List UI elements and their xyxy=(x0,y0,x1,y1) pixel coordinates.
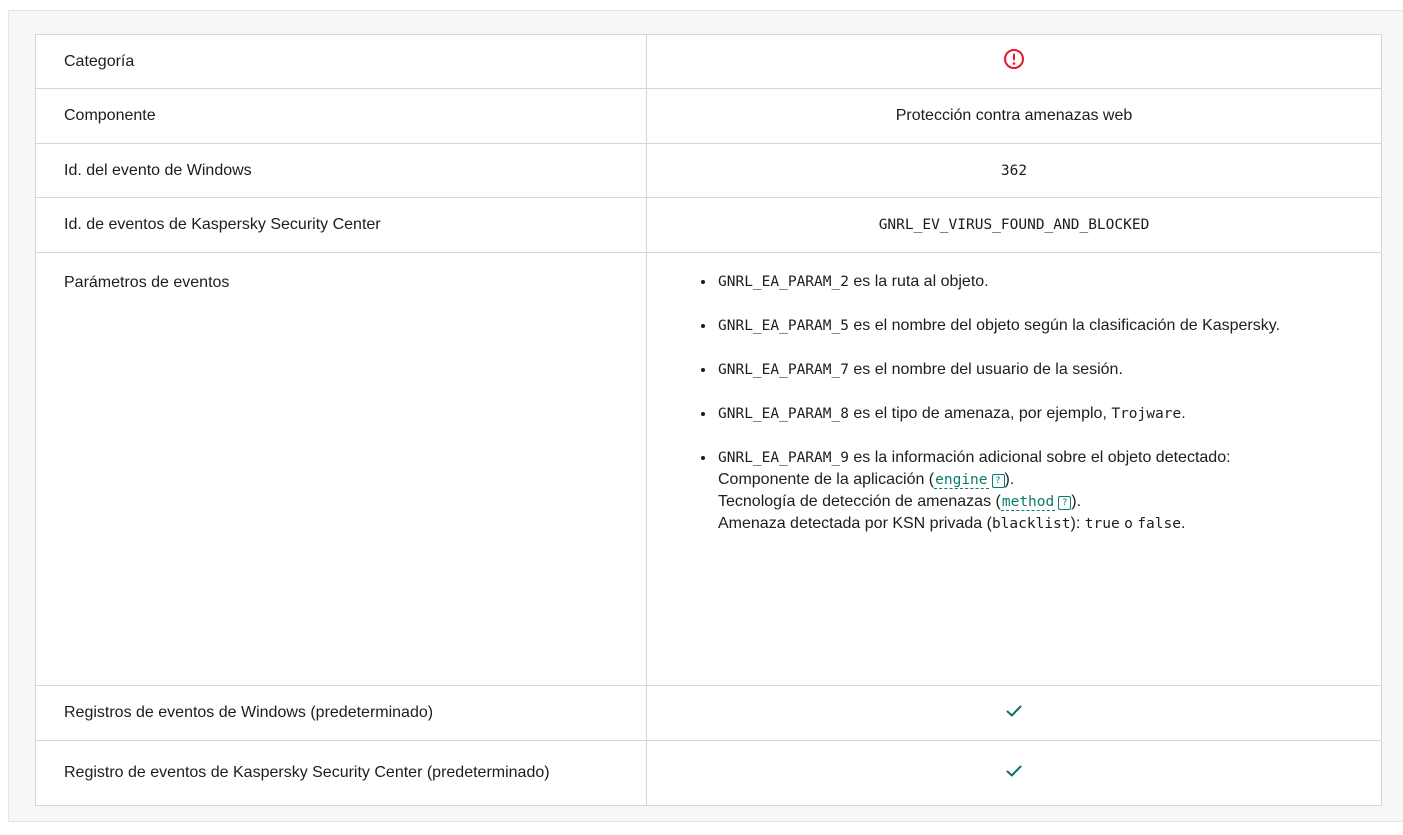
ksc-event-id-label: Id. de eventos de Kaspersky Security Cen… xyxy=(35,197,647,253)
true-code: true xyxy=(1084,516,1120,532)
param-code: GNRL_EA_PARAM_8 xyxy=(718,406,849,422)
component-label: Componente xyxy=(35,88,647,144)
help-icon[interactable]: ? xyxy=(1058,496,1072,510)
method-line-text: Tecnología de detección de amenazas ( xyxy=(718,493,1001,510)
table-row-ksc-log: Registro de eventos de Kaspersky Securit… xyxy=(35,740,1382,806)
param-code: GNRL_EA_PARAM_2 xyxy=(718,274,849,290)
param-end: . xyxy=(1181,405,1186,422)
engine-line-end: ). xyxy=(1004,471,1015,488)
param-desc: es la ruta al objeto. xyxy=(853,273,989,290)
event-params-label: Parámetros de eventos xyxy=(35,252,647,686)
ksc-log-value xyxy=(646,740,1382,806)
param-desc: es el tipo de amenaza, por ejemplo, xyxy=(853,405,1107,422)
windows-event-id-label: Id. del evento de Windows xyxy=(35,143,647,198)
event-details-table: Categoría Componente Protección contra a… xyxy=(35,34,1382,806)
ksc-event-id-value: GNRL_EV_VIRUS_FOUND_AND_BLOCKED xyxy=(646,197,1382,253)
checkmark-icon xyxy=(1006,764,1022,782)
list-item: GNRL_EA_PARAM_8 es el tipo de amenaza, p… xyxy=(716,403,1357,425)
table-row-component: Componente Protección contra amenazas we… xyxy=(35,88,1382,144)
engine-line-text: Componente de la aplicación ( xyxy=(718,471,935,488)
table-row-category: Categoría xyxy=(35,34,1382,89)
windows-event-id-value: 362 xyxy=(646,143,1382,198)
list-item: GNRL_EA_PARAM_7 es el nombre del usuario… xyxy=(716,359,1357,381)
windows-log-label: Registros de eventos de Windows (predete… xyxy=(35,685,647,741)
method-line-end: ). xyxy=(1071,493,1082,510)
table-row-event-params: Parámetros de eventos GNRL_EA_PARAM_2 es… xyxy=(35,252,1382,686)
engine-link[interactable]: engine xyxy=(934,472,989,489)
param-desc: es el nombre del usuario de la sesión. xyxy=(853,361,1123,378)
param-desc: es la información adicional sobre el obj… xyxy=(853,449,1231,466)
blacklist-code: blacklist xyxy=(991,516,1071,532)
list-item: GNRL_EA_PARAM_9 es la información adicio… xyxy=(716,447,1357,535)
table-row-ksc-event-id: Id. de eventos de Kaspersky Security Cen… xyxy=(35,197,1382,253)
blacklist-line-text: Amenaza detectada por KSN privada ( xyxy=(718,515,992,532)
event-params-list: GNRL_EA_PARAM_2 es la ruta al objeto. GN… xyxy=(696,271,1357,535)
ksc-log-label: Registro de eventos de Kaspersky Securit… xyxy=(35,740,647,806)
checkmark-icon xyxy=(1006,704,1022,722)
param-code: GNRL_EA_PARAM_5 xyxy=(718,318,849,334)
param-desc: es el nombre del objeto según la clasifi… xyxy=(853,317,1281,334)
event-params-value: GNRL_EA_PARAM_2 es la ruta al objeto. GN… xyxy=(646,252,1382,686)
param-code: GNRL_EA_PARAM_9 xyxy=(718,450,849,466)
list-item: GNRL_EA_PARAM_2 es la ruta al objeto. xyxy=(716,271,1357,293)
windows-log-value xyxy=(646,685,1382,741)
category-value xyxy=(646,34,1382,89)
blacklist-end: . xyxy=(1180,515,1186,532)
param-example: Trojware xyxy=(1111,406,1182,422)
component-value: Protección contra amenazas web xyxy=(646,88,1382,144)
alert-circle-icon xyxy=(1003,48,1025,75)
false-code: false xyxy=(1137,516,1181,532)
list-item: GNRL_EA_PARAM_5 es el nombre del objeto … xyxy=(716,315,1357,337)
or-text: o xyxy=(1124,516,1133,532)
table-row-windows-log: Registros de eventos de Windows (predete… xyxy=(35,685,1382,741)
category-label: Categoría xyxy=(35,34,647,89)
table-row-windows-event-id: Id. del evento de Windows 362 xyxy=(35,143,1382,198)
method-link[interactable]: method xyxy=(1000,494,1056,511)
param-code: GNRL_EA_PARAM_7 xyxy=(718,362,849,378)
help-icon[interactable]: ? xyxy=(991,474,1005,488)
blacklist-mid: ): xyxy=(1070,515,1081,532)
